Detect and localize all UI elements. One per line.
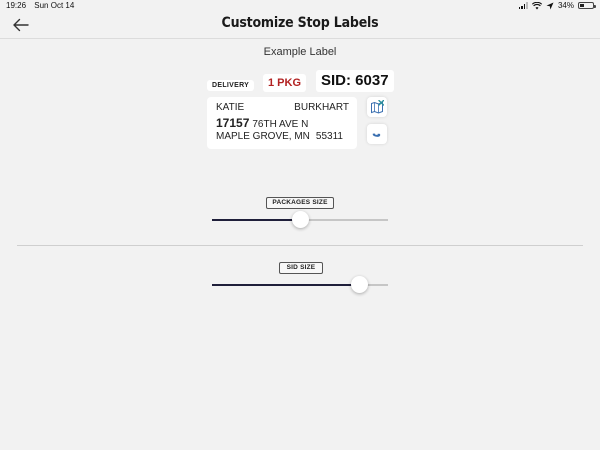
delivery-badge: DELIVERY xyxy=(207,80,255,91)
wifi-icon xyxy=(531,1,542,9)
battery-percentage: 34% xyxy=(557,1,574,10)
package-count-badge: 1 PKG xyxy=(263,74,307,92)
example-label-heading: Example Label xyxy=(263,46,337,58)
location-arrow-icon xyxy=(546,2,554,9)
packages-size-label: PACKAGES SIZE xyxy=(266,197,334,209)
slider-thumb[interactable] xyxy=(351,276,369,293)
status-time: 19:26 xyxy=(6,1,27,10)
map-button[interactable] xyxy=(367,97,387,117)
sid-badge: SID: 6037 xyxy=(316,70,394,92)
battery-icon xyxy=(578,2,596,9)
first-name: KATIE xyxy=(216,102,245,113)
slider-track-fill xyxy=(212,284,360,286)
navigation-bar: Customize Stop Labels xyxy=(0,12,600,39)
packages-size-slider[interactable] xyxy=(212,211,388,229)
address-card: KATIE BURKHART 17157 76TH AVE N MAPLE GRO… xyxy=(207,97,357,149)
phone-button[interactable] xyxy=(367,124,387,144)
last-name: BURKHART xyxy=(294,102,349,113)
sid-size-label: SID SIZE xyxy=(279,262,323,274)
city-state: MAPLE GROVE, MN xyxy=(216,131,310,142)
phone-icon xyxy=(372,133,381,137)
status-left: 19:26 Sun Oct 14 xyxy=(6,1,80,10)
status-bar: 19:26 Sun Oct 14 34% xyxy=(0,0,600,12)
page-title: Customize Stop Labels xyxy=(221,15,379,31)
sid-size-slider[interactable] xyxy=(212,276,388,294)
map-icon xyxy=(371,100,384,114)
street-name: 76TH AVE N xyxy=(252,119,309,130)
slider-track-fill xyxy=(212,219,300,221)
customer-name: KATIE BURKHART xyxy=(216,102,349,113)
street-number: 17157 xyxy=(216,116,250,130)
status-right: 34% xyxy=(518,1,596,10)
status-date: Sun Oct 14 xyxy=(34,1,75,10)
street-address: 17157 76TH AVE N xyxy=(216,116,308,130)
cellular-signal-icon xyxy=(518,2,528,9)
section-divider xyxy=(17,245,583,246)
zip-code: 55311 xyxy=(315,131,343,142)
city-state-zip: MAPLE GROVE, MN 55311 xyxy=(216,131,343,142)
slider-thumb[interactable] xyxy=(291,211,309,228)
